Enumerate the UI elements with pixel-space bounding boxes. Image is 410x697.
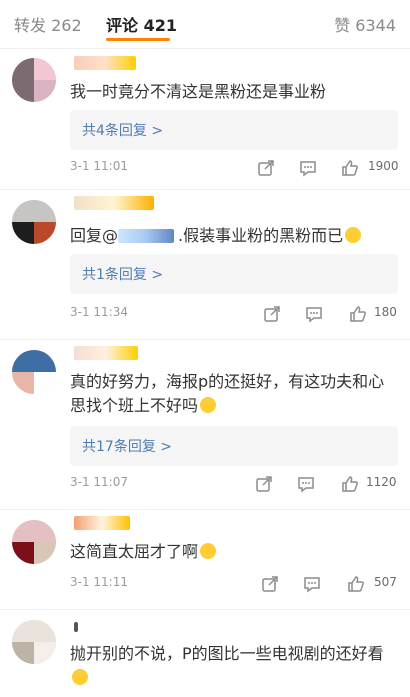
like-count: 1120 bbox=[366, 475, 397, 489]
smirk-emoji bbox=[72, 669, 88, 685]
reply-prefix: 回复@ bbox=[70, 226, 119, 245]
avatar[interactable] bbox=[12, 58, 56, 102]
avatar[interactable] bbox=[12, 200, 56, 244]
share-icon[interactable] bbox=[256, 158, 276, 178]
username[interactable] bbox=[74, 516, 130, 530]
comment-text: 我一时竟分不清这是黑粉还是事业粉 bbox=[70, 82, 327, 101]
replies-count-label: 共4条回复 > bbox=[82, 123, 164, 139]
share-icon[interactable] bbox=[262, 304, 282, 324]
action-bar: 3-1 11:34 180 bbox=[70, 302, 398, 326]
comment-text: 真的好努力，海报p的还挺好，有这功夫和心思找个班上不好吗 bbox=[70, 370, 394, 418]
smile-emoji bbox=[345, 227, 362, 243]
avatar[interactable] bbox=[12, 350, 56, 394]
comment-body: 抛开别的不说，P的图比一些电视剧的还好看 bbox=[70, 644, 384, 663]
action-bar: 3-1 11:07 1120 bbox=[70, 472, 398, 496]
like-count: 180 bbox=[374, 305, 397, 319]
action-bar: 3-1 11:11 507 bbox=[70, 572, 398, 596]
comment-time: 3-1 11:34 bbox=[70, 305, 128, 319]
tab-comments[interactable]: 评论 421 bbox=[106, 12, 177, 36]
avatar[interactable] bbox=[12, 620, 56, 664]
username[interactable] bbox=[74, 622, 78, 632]
thumbs-up-icon[interactable] bbox=[340, 474, 360, 494]
comment-item: 抛开别的不说，P的图比一些电视剧的还好看 bbox=[0, 610, 410, 697]
laugh-emoji bbox=[200, 543, 217, 559]
avatar[interactable] bbox=[12, 520, 56, 564]
comment-body: 真的好努力，海报p的还挺好，有这功夫和心思找个班上不好吗 bbox=[70, 372, 385, 415]
share-icon[interactable] bbox=[260, 574, 280, 594]
comment-text: 抛开别的不说，P的图比一些电视剧的还好看 bbox=[70, 642, 394, 690]
username[interactable] bbox=[74, 56, 136, 70]
comment-icon[interactable] bbox=[304, 304, 324, 324]
replies-button[interactable]: 共17条回复 > bbox=[70, 426, 398, 466]
thumbs-up-icon[interactable] bbox=[340, 158, 360, 178]
comment-time: 3-1 11:07 bbox=[70, 475, 128, 489]
like-count: 507 bbox=[374, 575, 397, 589]
replies-button[interactable]: 共4条回复 > bbox=[70, 110, 398, 150]
comment-text: 回复@ .假装事业粉的黑粉而已 bbox=[70, 224, 394, 248]
thumbs-up-icon[interactable] bbox=[348, 304, 368, 324]
mention-link[interactable] bbox=[118, 229, 175, 243]
action-bar: 3-1 11:01 1900 bbox=[70, 156, 399, 180]
laugh-emoji bbox=[200, 397, 217, 413]
comment-body: 这简直太屈才了啊 bbox=[70, 542, 199, 561]
thumbs-up-icon[interactable] bbox=[346, 574, 366, 594]
replies-button[interactable]: 共1条回复 > bbox=[70, 254, 398, 294]
share-icon[interactable] bbox=[254, 474, 274, 494]
comment-item: 真的好努力，海报p的还挺好，有这功夫和心思找个班上不好吗 共17条回复 > 3-… bbox=[0, 340, 410, 510]
tab-reposts[interactable]: 转发 262 bbox=[14, 12, 82, 36]
comment-tabs: 转发 262 评论 421 赞 6344 bbox=[0, 0, 410, 49]
reply-text: .假装事业粉的黑粉而已 bbox=[178, 226, 344, 245]
comment-time: 3-1 11:01 bbox=[70, 159, 128, 173]
comment-item: 这简直太屈才了啊 3-1 11:11 507 bbox=[0, 510, 410, 610]
like-count: 1900 bbox=[368, 159, 399, 173]
comment-item: 我一时竟分不清这是黑粉还是事业粉 共4条回复 > 3-1 11:01 1900 bbox=[0, 50, 410, 190]
username[interactable] bbox=[74, 196, 154, 210]
tab-likes[interactable]: 赞 6344 bbox=[334, 12, 396, 36]
comment-item: 回复@ .假装事业粉的黑粉而已 共1条回复 > 3-1 11:34 180 bbox=[0, 190, 410, 340]
replies-count-label: 共1条回复 > bbox=[82, 267, 164, 283]
comment-icon[interactable] bbox=[298, 158, 318, 178]
comment-icon[interactable] bbox=[302, 574, 322, 594]
comment-icon[interactable] bbox=[296, 474, 316, 494]
replies-count-label: 共17条回复 > bbox=[82, 439, 172, 455]
active-tab-indicator bbox=[106, 38, 170, 41]
username[interactable] bbox=[74, 346, 138, 360]
comment-time: 3-1 11:11 bbox=[70, 575, 128, 589]
comment-text: 这简直太屈才了啊 bbox=[70, 540, 394, 564]
